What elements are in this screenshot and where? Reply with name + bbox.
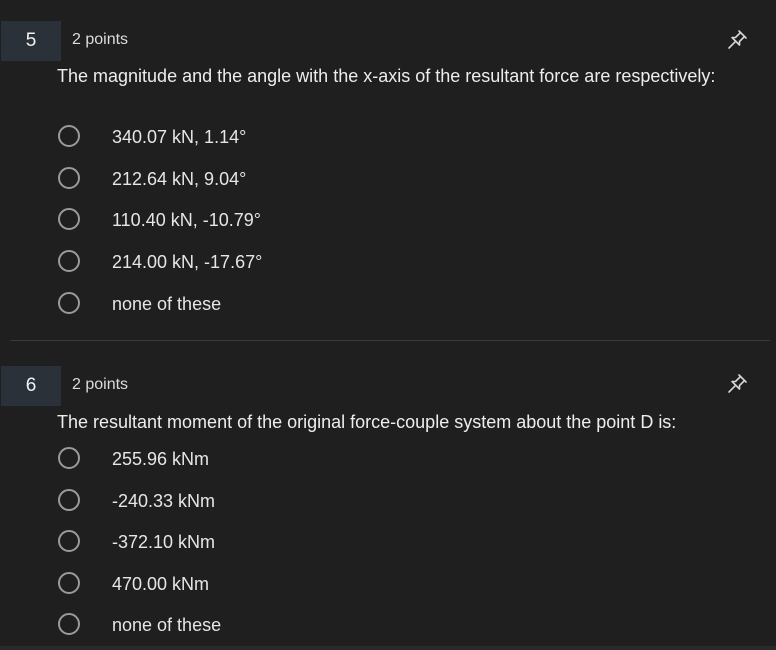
radio-button[interactable] [58, 530, 80, 552]
answer-option-label: -240.33 kNm [112, 491, 216, 511]
answer-option-label: 255.96 kNm [112, 449, 210, 469]
answer-option[interactable]: 340.07 kN, 1.14° [56, 123, 456, 153]
pin-icon[interactable] [725, 372, 749, 396]
question-points: 2 points [72, 376, 129, 393]
answer-option[interactable]: 212.64 kN, 9.04° [56, 165, 456, 195]
question-divider [10, 340, 770, 341]
radio-button[interactable] [58, 250, 80, 272]
radio-button[interactable] [58, 208, 80, 230]
radio-button[interactable] [58, 125, 80, 147]
answer-option[interactable]: none of these [56, 290, 456, 320]
radio-button[interactable] [58, 572, 80, 594]
radio-button[interactable] [58, 447, 80, 469]
pin-icon [728, 30, 747, 49]
answer-option[interactable]: -240.33 kNm [56, 487, 456, 517]
question-prompt: The magnitude and the angle with the x-a… [57, 66, 716, 86]
radio-button[interactable] [58, 292, 80, 314]
answer-option-label: none of these [112, 615, 222, 635]
answer-option[interactable]: 255.96 kNm [56, 445, 456, 475]
question-prompt: The resultant moment of the original for… [57, 412, 677, 432]
answer-option-label: 110.40 kN, -10.79° [112, 210, 261, 230]
pin-icon[interactable] [725, 28, 749, 52]
answer-option[interactable]: 214.00 kN, -17.67° [56, 248, 456, 278]
answer-option[interactable]: 110.40 kN, -10.79° [56, 206, 456, 236]
answer-option[interactable]: 470.00 kNm [56, 570, 456, 600]
answer-option-label: -372.10 kNm [112, 532, 216, 552]
answer-option-label: 470.00 kNm [112, 574, 210, 594]
radio-button[interactable] [58, 489, 80, 511]
answer-option-label: none of these [112, 294, 222, 314]
question-points: 2 points [72, 31, 129, 48]
radio-button[interactable] [58, 167, 80, 189]
question-number: 5 [1, 21, 61, 61]
answer-option-label: 212.64 kN, 9.04° [112, 169, 247, 189]
question-card-5: 5 2 points The magnitude and the angle w… [0, 0, 776, 330]
question-number: 6 [1, 366, 61, 406]
answer-option[interactable]: -372.10 kNm [56, 528, 456, 558]
answer-option-label: 214.00 kN, -17.67° [112, 252, 263, 272]
answer-option[interactable]: none of these [56, 611, 456, 641]
question-card-6: 6 2 points The resultant moment of the o… [0, 346, 776, 650]
radio-button[interactable] [58, 613, 80, 635]
pin-icon [728, 374, 747, 393]
page-bottom-edge [0, 646, 776, 650]
answer-option-label: 340.07 kN, 1.14° [112, 127, 247, 147]
